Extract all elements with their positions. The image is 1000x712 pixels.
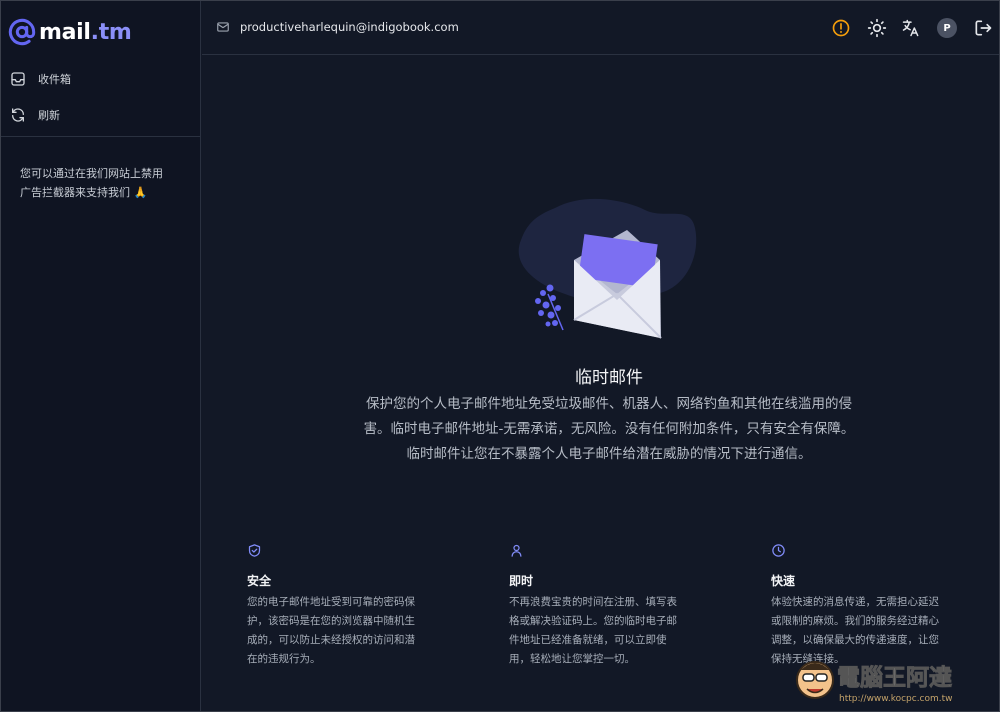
user-icon — [511, 544, 522, 557]
feature-line: 不再浪费宝贵的时间在注册、填写表 — [509, 596, 677, 608]
mail-icon — [217, 22, 229, 32]
site-watermark: 電腦王阿達 http://www.kocpc.com.tw — [796, 661, 953, 704]
email-address-display[interactable]: productiveharlequin@indigobook.com — [216, 20, 459, 34]
feature-line: 或限制的麻烦。我们的服务经过精心 — [771, 615, 939, 627]
warning-icon — [832, 19, 850, 37]
sidebar-item-inbox[interactable]: 收件箱 — [1, 61, 200, 97]
translate-icon — [902, 19, 919, 37]
feature-line: 件地址已经准备就绪，可以立即使 — [509, 634, 667, 646]
logo-text: mail.tm — [39, 20, 132, 45]
feature-description: 不再浪费宝贵的时间在注册、填写表 格或解决验证码上。您的临时电子邮 件地址已经准… — [509, 593, 709, 669]
main-content: 临时邮件 保护您的个人电子邮件地址免受垃圾邮件、机器人、网络钓鱼和其他在线滥用的… — [202, 56, 999, 711]
hero-description-line: 害。临时电子邮件地址-无需承诺，无风险。没有任何附加条件，只有安全有保障。 — [363, 421, 855, 437]
account-button[interactable]: P — [936, 17, 958, 39]
feature-title: 快速 — [771, 574, 796, 588]
theme-toggle-button[interactable] — [866, 17, 888, 39]
feature-line: 您的电子邮件地址受到可靠的密码保 — [247, 596, 415, 608]
hero-description-line: 保护您的个人电子邮件地址免受垃圾邮件、机器人、网络钓鱼和其他在线滥用的侵 — [366, 396, 852, 412]
clock-icon — [772, 544, 785, 557]
sidebar-item-label: 收件箱 — [38, 73, 71, 86]
logo-name: mail — [39, 19, 91, 45]
logout-button[interactable] — [972, 17, 994, 39]
sidebar-item-label: 刷新 — [38, 109, 60, 122]
sidebar: mail.tm 收件箱 刷新 您可以通过在我们网站上禁用 广告拦截器来支持我们 … — [1, 1, 201, 711]
email-address: productiveharlequin@indigobook.com — [240, 20, 459, 34]
logo-tld: .tm — [90, 19, 132, 45]
refresh-icon — [12, 108, 24, 122]
avatar: P — [937, 18, 957, 38]
inbox-icon — [11, 72, 25, 86]
logout-icon — [975, 20, 992, 36]
sun-icon — [867, 18, 887, 38]
feature-line: 护，该密码是在您的浏览器中随机生 — [247, 615, 415, 627]
logo[interactable]: mail.tm — [8, 15, 132, 49]
feature-title: 安全 — [247, 574, 272, 588]
sidebar-item-refresh[interactable]: 刷新 — [1, 97, 200, 133]
envelope-illustration-icon — [518, 198, 697, 339]
hero-description-line: 临时邮件让您在不暴露个人电子邮件给潜在威胁的情况下进行通信。 — [406, 446, 812, 462]
sidebar-nav: 收件箱 刷新 — [1, 61, 200, 133]
feature-line: 调整，以确保最大的传递速度，让您 — [771, 634, 939, 646]
watermark-url: http://www.kocpc.com.tw — [839, 694, 953, 704]
feature-secure: 安全 您的电子邮件地址受到可靠的密码保 护，该密码是在您的浏览器中随机生 成的，… — [247, 543, 447, 669]
feature-line: 用，轻松地让您掌控一切。 — [509, 653, 635, 665]
at-sign-logo-icon — [8, 18, 36, 46]
sidebar-divider — [1, 136, 200, 137]
feature-description: 您的电子邮件地址受到可靠的密码保 护，该密码是在您的浏览器中随机生 成的，可以防… — [247, 593, 447, 669]
feature-line: 在的违规行为。 — [247, 653, 321, 665]
shield-icon — [248, 544, 261, 557]
language-button[interactable] — [900, 17, 922, 39]
feature-line: 格或解决验证码上。您的临时电子邮 — [509, 615, 677, 627]
feature-title: 即时 — [509, 574, 534, 588]
feature-instant: 即时 不再浪费宝贵的时间在注册、填写表 格或解决验证码上。您的临时电子邮 件地址… — [509, 543, 709, 669]
hero-description: 保护您的个人电子邮件地址免受垃圾邮件、机器人、网络钓鱼和其他在线滥用的侵 害。临… — [335, 392, 883, 467]
watermark-text: 電腦王阿達 — [837, 664, 952, 691]
hero-title: 临时邮件 — [575, 368, 643, 388]
top-bar: productiveharlequin@indigobook.com P — [202, 1, 999, 55]
adblock-support-note: 您可以通过在我们网站上禁用 广告拦截器来支持我们 🙏 — [20, 164, 190, 202]
feature-line: 体验快速的消息传递，无需担心延迟 — [771, 596, 939, 608]
feature-fast: 快速 体验快速的消息传递，无需担心延迟 或限制的麻烦。我们的服务经过精心 调整，… — [771, 543, 971, 669]
warning-button[interactable] — [830, 17, 852, 39]
feature-line: 成的，可以防止未经授权的访问和潜 — [247, 634, 415, 646]
promo-line: 广告拦截器来支持我们 🙏 — [20, 186, 148, 199]
promo-line: 您可以通过在我们网站上禁用 — [20, 167, 163, 180]
